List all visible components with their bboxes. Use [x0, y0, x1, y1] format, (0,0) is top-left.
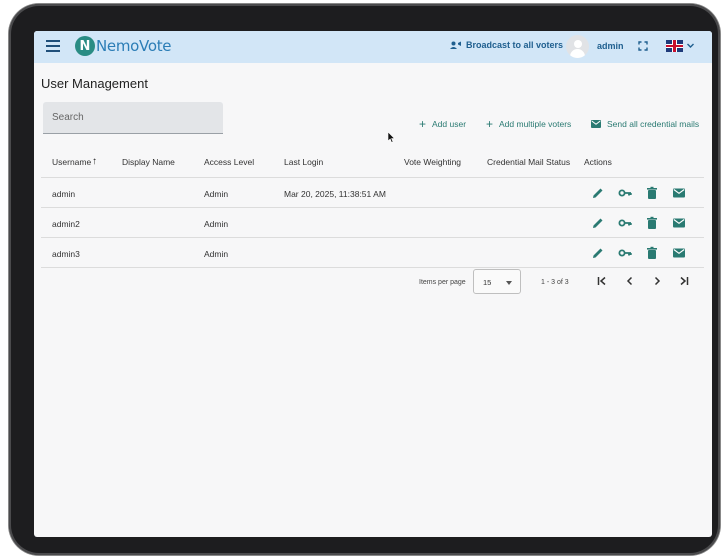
delete-icon[interactable]	[645, 216, 659, 230]
cell-access-level: Admin	[204, 219, 229, 229]
tablet-frame: N NemoVote Broadcast to all voters admin	[9, 4, 720, 555]
previous-page-icon[interactable]	[624, 275, 636, 287]
table-row: admin3 Admin	[41, 238, 704, 268]
items-per-page-label: Items per page	[419, 279, 466, 286]
cell-username: admin	[52, 189, 76, 199]
column-header-last-login[interactable]: Last Login	[284, 157, 323, 167]
table-header: Username ↑ Display Name Access Level Las…	[41, 146, 704, 178]
column-header-mail-status[interactable]: Credential Mail Status	[487, 157, 570, 167]
first-page-icon[interactable]	[596, 275, 608, 287]
avatar[interactable]	[566, 35, 589, 58]
mail-icon	[591, 120, 601, 128]
mouse-cursor-icon	[388, 132, 395, 143]
mail-icon[interactable]	[672, 216, 686, 230]
broadcast-icon	[450, 41, 461, 49]
cell-last-login: Mar 20, 2025, 11:38:51 AM	[284, 189, 386, 199]
send-all-mails-label: Send all credential mails	[607, 119, 700, 129]
logo-mark: N	[75, 36, 95, 56]
page-title: User Management	[41, 76, 148, 91]
column-header-display-name[interactable]: Display Name	[122, 157, 175, 167]
key-icon[interactable]	[618, 186, 632, 200]
plus-icon: +	[419, 117, 427, 131]
app-bar: N NemoVote Broadcast to all voters admin	[34, 31, 712, 63]
table-row: admin2 Admin	[41, 208, 704, 238]
edit-icon[interactable]	[591, 216, 605, 230]
column-header-access-level[interactable]: Access Level	[204, 157, 254, 167]
key-icon[interactable]	[618, 246, 632, 260]
delete-icon[interactable]	[645, 246, 659, 260]
users-table: Username ↑ Display Name Access Level Las…	[41, 146, 704, 268]
app-screen: N NemoVote Broadcast to all voters admin	[34, 31, 712, 537]
chevron-down-icon[interactable]	[686, 41, 695, 50]
add-user-button[interactable]: + Add user	[419, 117, 467, 131]
last-page-icon[interactable]	[678, 275, 690, 287]
fullscreen-icon[interactable]	[638, 41, 648, 51]
sort-ascending-icon[interactable]: ↑	[92, 157, 97, 167]
add-multiple-label: Add multiple voters	[499, 119, 572, 129]
edit-icon[interactable]	[591, 186, 605, 200]
mail-icon[interactable]	[672, 246, 686, 260]
mail-icon[interactable]	[672, 186, 686, 200]
add-multiple-voters-button[interactable]: + Add multiple voters	[486, 117, 572, 131]
cell-username: admin2	[52, 219, 80, 229]
app-logo[interactable]: N NemoVote	[75, 36, 172, 56]
broadcast-label: Broadcast to all voters	[466, 40, 564, 50]
broadcast-button[interactable]: Broadcast to all voters	[450, 40, 563, 50]
column-header-actions: Actions	[584, 157, 612, 167]
next-page-icon[interactable]	[651, 275, 663, 287]
key-icon[interactable]	[618, 216, 632, 230]
delete-icon[interactable]	[645, 186, 659, 200]
add-user-label: Add user	[432, 119, 467, 129]
cell-access-level: Admin	[204, 189, 229, 199]
items-per-page-select[interactable]: 15	[473, 269, 521, 294]
search-field[interactable]	[43, 102, 223, 134]
plus-icon: +	[486, 117, 494, 131]
logo-text: NemoVote	[96, 37, 172, 55]
column-header-vote-weighting[interactable]: Vote Weighting	[404, 157, 461, 167]
menu-icon[interactable]	[46, 40, 60, 54]
column-header-username[interactable]: Username	[52, 157, 91, 167]
page-range-label: 1 - 3 of 3	[541, 279, 569, 286]
language-flag-icon[interactable]	[666, 40, 683, 52]
edit-icon[interactable]	[591, 246, 605, 260]
items-per-page-value: 15	[483, 278, 492, 287]
cell-access-level: Admin	[204, 249, 229, 259]
table-row: admin Admin Mar 20, 2025, 11:38:51 AM	[41, 178, 704, 208]
cell-username: admin3	[52, 249, 80, 259]
dropdown-caret-icon	[506, 281, 512, 285]
search-input[interactable]	[43, 102, 223, 133]
send-all-mails-button[interactable]: Send all credential mails	[591, 119, 699, 129]
user-name[interactable]: admin	[597, 41, 624, 51]
